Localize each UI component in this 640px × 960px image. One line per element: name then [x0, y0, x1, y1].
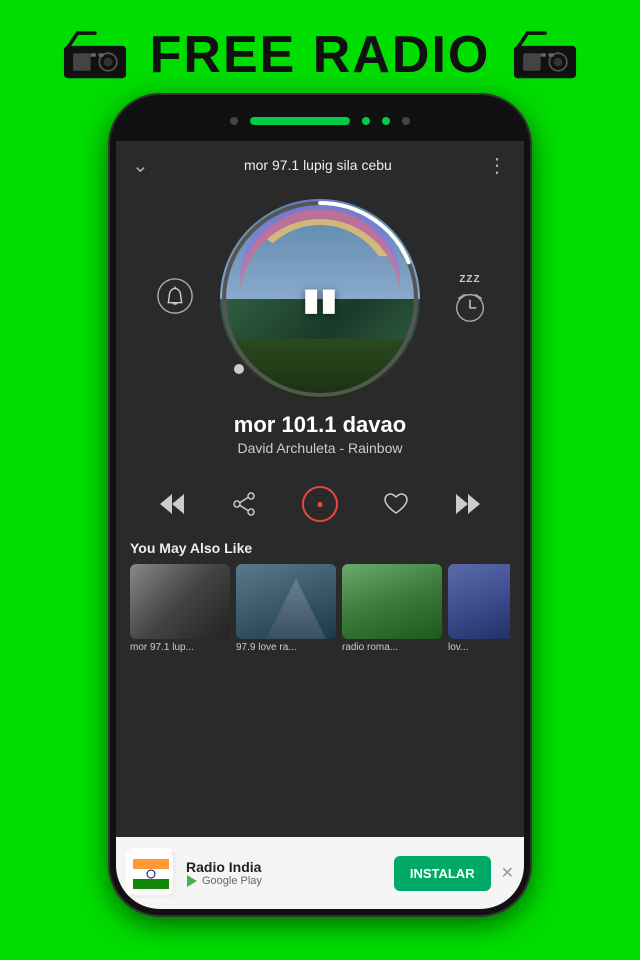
header-banner: FREE RADIO — [0, 0, 640, 110]
recommendations-title: You May Also Like — [130, 540, 510, 556]
forward-button[interactable] — [454, 492, 482, 516]
phone-frame: ⌄ mor 97.1 lupig sila cebu ⋮ — [110, 95, 530, 915]
pause-button[interactable]: ▮▮ — [302, 280, 337, 318]
ad-app-icon — [126, 848, 176, 898]
recommendation-item-2[interactable]: 97.9 love ra... — [236, 564, 336, 653]
favorite-button[interactable] — [383, 492, 409, 516]
thumbnails-row: mor 97.1 lup... 97.9 love ra... radio ro… — [130, 564, 510, 653]
recommendation-label-2: 97.9 love ra... — [236, 642, 336, 653]
radio-icon-left — [60, 25, 130, 85]
ad-close-button[interactable]: ✕ — [501, 863, 514, 883]
phone-dot-1 — [230, 117, 238, 125]
recommendation-label-1: mor 97.1 lup... — [130, 642, 230, 653]
recommendation-item-4[interactable]: lov... — [448, 564, 510, 653]
progress-dot — [234, 364, 244, 374]
top-bar: ⌄ mor 97.1 lupig sila cebu ⋮ — [116, 141, 524, 189]
chevron-down-icon[interactable]: ⌄ — [132, 153, 149, 178]
radio-icon-right — [510, 25, 580, 85]
ad-subtitle: Google Play — [186, 875, 384, 887]
alarm-icon-wrapper[interactable]: ZZZ — [451, 274, 489, 325]
recommendation-label-3: radio roma... — [342, 642, 442, 653]
phone-top-bar — [116, 101, 524, 141]
ad-banner: Radio India Google Play INSTALAR ✕ — [116, 837, 524, 909]
track-artist: David Archuleta - Rainbow — [238, 440, 403, 456]
album-art-container: ▮▮ — [220, 199, 420, 399]
playback-controls: ● — [116, 471, 524, 532]
player-area: ▮▮ ZZZ mor 101.1 davao — [116, 189, 524, 471]
ad-title: Radio India — [186, 859, 384, 875]
record-button[interactable]: ● — [302, 486, 338, 522]
phone-dot-4 — [402, 117, 410, 125]
recommendation-label-4: lov... — [448, 642, 510, 653]
more-options-icon[interactable]: ⋮ — [487, 153, 508, 178]
recommendations-section: You May Also Like mor 97.1 lup... 97.9 l… — [116, 532, 524, 657]
rewind-button[interactable] — [158, 492, 186, 516]
phone-dot-3 — [382, 117, 390, 125]
zzz-label: ZZZ — [459, 274, 480, 285]
side-icons-row: ▮▮ ZZZ — [136, 199, 504, 399]
share-button[interactable] — [231, 492, 257, 516]
install-button[interactable]: INSTALAR — [394, 856, 491, 891]
station-name-header: mor 97.1 lupig sila cebu — [149, 157, 487, 173]
notification-icon[interactable] — [156, 277, 194, 322]
ad-text-block: Radio India Google Play — [186, 859, 384, 887]
phone-notch — [250, 117, 350, 125]
google-play-icon — [186, 875, 198, 887]
track-title: mor 101.1 davao — [234, 412, 406, 438]
record-icon: ● — [316, 497, 323, 511]
recommendation-item-3[interactable]: radio roma... — [342, 564, 442, 653]
recommendation-item-1[interactable]: mor 97.1 lup... — [130, 564, 230, 653]
phone-dot-2 — [362, 117, 370, 125]
phone-screen: ⌄ mor 97.1 lupig sila cebu ⋮ — [116, 141, 524, 909]
app-title: FREE RADIO — [150, 25, 491, 85]
